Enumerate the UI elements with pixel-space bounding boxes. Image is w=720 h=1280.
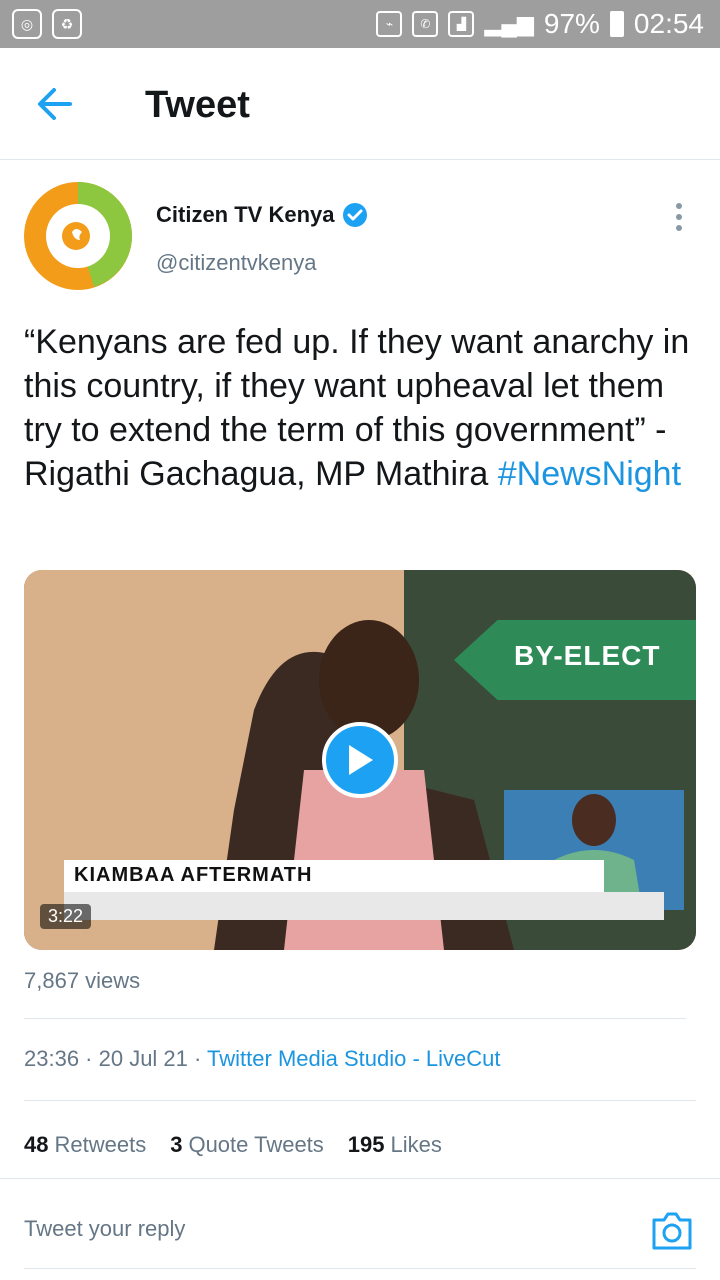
signal-icon: ▟ <box>448 11 475 37</box>
source-link[interactable]: Twitter Media Studio - LiveCut <box>207 1046 500 1071</box>
tweet-text: “Kenyans are fed up. If they want anarch… <box>24 320 696 496</box>
quotes-count: 3 <box>170 1132 183 1157</box>
status-notifications: ◎ ♻ <box>12 9 82 39</box>
status-bar: ◎ ♻ ⌁ ✆ ▟ ▂▄▆ 97% 02:54 <box>0 0 720 48</box>
play-button[interactable] <box>322 722 398 798</box>
cast-icon: ⌁ <box>376 11 403 37</box>
camera-icon[interactable] <box>650 1208 694 1252</box>
timestamp: 23:36 · 20 Jul 21 · <box>24 1046 208 1071</box>
author-name[interactable]: Citizen TV Kenya <box>156 202 368 228</box>
author-name-text: Citizen TV Kenya <box>156 202 335 227</box>
news-ticker <box>64 892 664 920</box>
view-count[interactable]: 7,867 views <box>24 968 140 994</box>
play-icon <box>349 745 373 775</box>
quotes-stat[interactable]: 3 Quote Tweets <box>170 1132 324 1158</box>
app-bar: Tweet <box>0 48 720 160</box>
quotes-label: Quote Tweets <box>188 1132 324 1157</box>
retweets-label: Retweets <box>54 1132 147 1157</box>
tweet-meta: 23:36 · 20 Jul 21 · Twitter Media Studio… <box>24 1046 501 1072</box>
hashtag-link[interactable]: #NewsNight <box>498 455 681 493</box>
engagement-stats: 48 Retweets 3 Quote Tweets 195 Likes <box>24 1132 442 1158</box>
retweets-stat[interactable]: 48 Retweets <box>24 1132 146 1158</box>
news-lower-third: KIAMBAA AFTERMATH <box>64 860 604 892</box>
signal-bars-icon: ▂▄▆ <box>484 11 534 36</box>
divider <box>24 1100 696 1101</box>
background-sign: BY-ELECT <box>454 620 696 700</box>
status-indicators: ⌁ ✆ ▟ ▂▄▆ 97% 02:54 <box>376 8 704 40</box>
camera-notification-icon: ◎ <box>12 9 42 39</box>
battery-icon <box>609 11 624 37</box>
battery-percent: 97% <box>543 8 600 39</box>
likes-stat[interactable]: 195 Likes <box>348 1132 442 1158</box>
tweet-header: Citizen TV Kenya @citizentvkenya <box>24 182 696 294</box>
more-options-icon[interactable] <box>674 202 684 232</box>
recycle-notification-icon: ♻ <box>52 9 82 39</box>
reply-input[interactable]: Tweet your reply <box>24 1216 185 1242</box>
author-handle[interactable]: @citizentvkenya <box>156 250 317 276</box>
video-duration: 3:22 <box>40 904 92 929</box>
back-arrow-icon[interactable] <box>30 84 80 124</box>
likes-label: Likes <box>390 1132 442 1157</box>
clock: 02:54 <box>633 8 704 39</box>
verified-badge-icon <box>343 203 368 227</box>
phone-icon: ✆ <box>412 11 439 37</box>
likes-count: 195 <box>347 1132 385 1157</box>
avatar[interactable] <box>24 182 132 290</box>
retweets-count: 48 <box>24 1132 49 1157</box>
divider <box>24 1268 696 1269</box>
divider <box>0 1178 720 1179</box>
video-player[interactable]: BY-ELECT KIAMBAA AFTERMATH 3:22 <box>24 570 696 950</box>
divider <box>24 1018 686 1019</box>
page-title: Tweet <box>145 84 250 126</box>
